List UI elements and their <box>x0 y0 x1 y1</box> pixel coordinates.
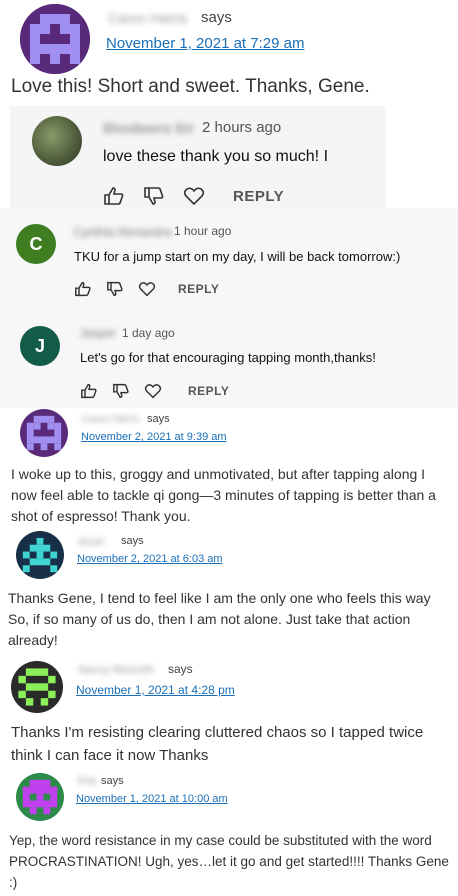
comment-date-link[interactable]: November 1, 2021 at 4:28 pm <box>76 683 235 697</box>
avatar: C <box>16 224 56 264</box>
commenter-name: Caron Harris <box>108 10 188 26</box>
heart-icon[interactable] <box>144 383 162 399</box>
says-label: says <box>201 9 232 26</box>
commenter-name: Dinah <box>78 537 105 548</box>
identicon-icon <box>20 4 90 74</box>
thumbs-down-icon[interactable] <box>112 383 130 399</box>
comment-text: Let's go for that encouraging tapping mo… <box>80 350 376 365</box>
thumbs-up-icon[interactable] <box>103 186 125 206</box>
avatar <box>20 4 90 74</box>
comment-timestamp: 2 hours ago <box>202 119 282 136</box>
says-label: says <box>101 775 124 787</box>
commenter-name: Nancy Mesmith <box>78 664 154 676</box>
comment-text: love these thank you so much! I <box>103 148 329 165</box>
says-label: says <box>147 413 170 425</box>
commenter-name: Rob <box>78 776 97 787</box>
identicon-icon <box>16 773 64 821</box>
heart-icon[interactable] <box>138 281 156 297</box>
avatar <box>16 531 64 579</box>
comment-actions: REPLY <box>74 281 219 297</box>
commenter-name: Caron Harris <box>82 414 139 425</box>
avatar <box>11 661 63 713</box>
thumbs-up-icon[interactable] <box>74 281 92 297</box>
says-label: says <box>121 535 144 547</box>
comment-text: Thanks Gene, I tend to feel like I am th… <box>8 590 431 648</box>
identicon-icon <box>11 661 63 713</box>
comment-text: Love this! Short and sweet. Thanks, Gene… <box>11 76 370 97</box>
comment-date-link[interactable]: November 1, 2021 at 7:29 am <box>106 35 304 52</box>
thumbs-down-icon[interactable] <box>106 281 124 297</box>
comment-actions: REPLY <box>103 186 284 206</box>
identicon-icon <box>20 409 68 457</box>
comment-text: I woke up to this, groggy and unmotivate… <box>11 466 436 524</box>
comment-actions: REPLY <box>80 383 229 399</box>
avatar <box>32 116 82 166</box>
comment-date-link[interactable]: November 1, 2021 at 10:00 am <box>76 793 228 805</box>
avatar: J <box>20 326 60 366</box>
heart-icon[interactable] <box>183 186 205 206</box>
comment-text: TKU for a jump start on my day, I will b… <box>74 249 401 264</box>
comment-timestamp: 1 day ago <box>122 326 175 340</box>
commenter-name: Jasper <box>80 326 117 340</box>
avatar <box>20 409 68 457</box>
reply-button[interactable]: REPLY <box>233 188 284 205</box>
thumbs-up-icon[interactable] <box>80 383 98 399</box>
avatar <box>16 773 64 821</box>
comment-date-link[interactable]: November 2, 2021 at 6:03 am <box>77 553 223 565</box>
comment-text: Thanks I'm resisting clearing cluttered … <box>11 724 424 764</box>
identicon-icon <box>16 531 64 579</box>
commenter-name: Bloodwens Brt <box>103 120 194 136</box>
reply-button[interactable]: REPLY <box>188 384 229 398</box>
comment-text: Yep, the word resistance in my case coul… <box>9 833 449 890</box>
comment-timestamp: 1 hour ago <box>174 224 232 238</box>
comment-date-link[interactable]: November 2, 2021 at 9:39 am <box>81 431 227 443</box>
thumbs-down-icon[interactable] <box>143 186 165 206</box>
says-label: says <box>168 662 193 676</box>
commenter-name: Cynthia Alexandra <box>74 225 172 239</box>
reply-button[interactable]: REPLY <box>178 282 219 296</box>
